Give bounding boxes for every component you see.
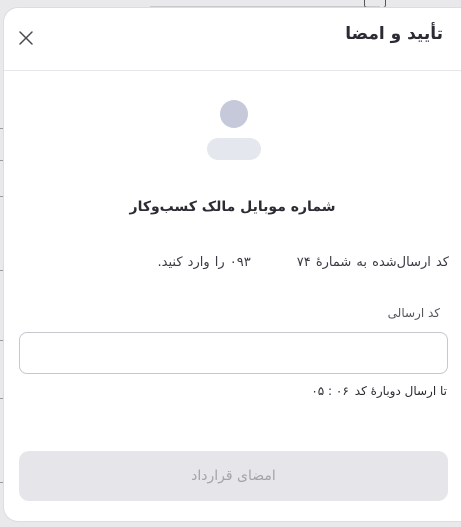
- code-field-label: کد ارسالی: [387, 306, 440, 320]
- owner-mobile-heading: شماره موبایل مالک کسب‌وکار: [129, 199, 336, 215]
- close-button[interactable]: [16, 28, 36, 48]
- resend-text: تا ارسال دوبارهٔ کد: [354, 384, 447, 398]
- user-avatar-icon: [207, 100, 261, 160]
- dialog-header: تأیید و امضا: [4, 8, 461, 71]
- instruction-suffix: ۰۹۳ را وارد کنید.: [157, 255, 251, 270]
- sign-confirm-dialog: تأیید و امضا شماره موبایل مالک کسب‌وکار …: [4, 8, 461, 521]
- resend-countdown: تا ارسال دوبارهٔ کد ۰۶ : ۰۵: [311, 384, 447, 398]
- dialog-title: تأیید و امضا: [345, 24, 443, 44]
- instruction-prefix: کد ارسال‌شده به شمارهٔ ۷۴: [296, 255, 449, 270]
- sign-contract-button[interactable]: امضای قرارداد: [19, 451, 448, 501]
- verification-code-input[interactable]: [19, 332, 448, 374]
- code-instruction: کد ارسال‌شده به شمارهٔ ۷۴ ۰۹۳ را وارد کنی…: [158, 255, 449, 270]
- background-divider: [150, 0, 380, 7]
- close-icon: [19, 31, 33, 45]
- background-checkbox: [364, 0, 386, 8]
- resend-timer: ۰۶ : ۰۵: [311, 384, 349, 398]
